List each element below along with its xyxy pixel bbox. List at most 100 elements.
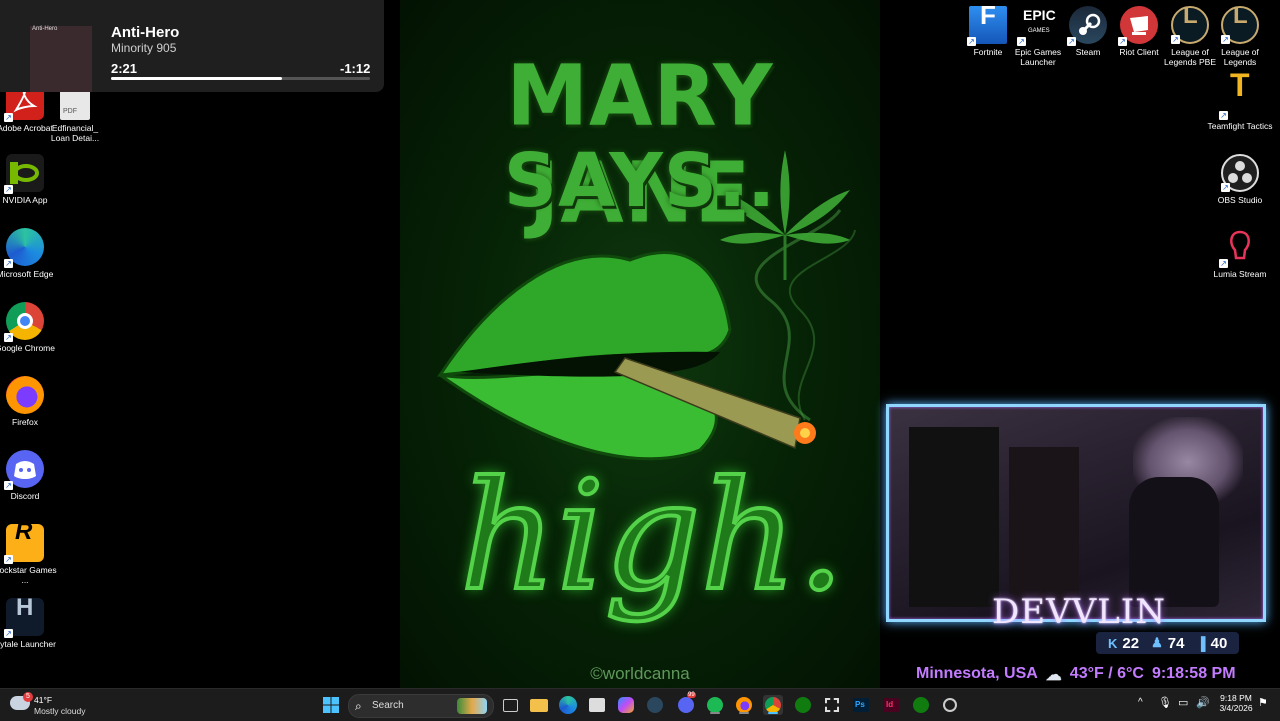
taskbar-snipping-tool[interactable] [822,695,842,715]
epic-subglyph: GAMES [1028,28,1050,34]
taskbar-firefox[interactable] [734,695,754,715]
gaming-chair [1129,477,1219,607]
taskbar-copilot[interactable] [616,695,636,715]
taskbar-xbox[interactable] [793,695,813,715]
desktop-icon-label: League of Legends [1221,47,1259,67]
start-button[interactable] [321,695,341,715]
taskbar: 5 41°F Mostly cloudy ⌕ Search 99 Ps Id ^… [0,688,1280,721]
shortcut-arrow-icon: ↗ [1221,35,1230,44]
shortcut-arrow-icon: ↗ [4,629,13,638]
taskbar-file-explorer[interactable] [529,695,549,715]
clock-time: 9:18 PM [1220,693,1252,703]
volume-icon[interactable]: 🔊 [1196,696,1210,709]
running-indicator [710,712,720,714]
desktop-icon-teamfight-tactics[interactable]: T ↗ Teamfight Tactics [1207,69,1273,131]
discord-icon: ↗ [4,450,44,490]
followers-icon: ♟ [1151,635,1163,650]
poster-credit: ©worldcanna [590,664,690,683]
desktop-icon-label: NVIDIA App [2,195,48,205]
shortcut-arrow-icon: ↗ [1219,259,1228,268]
teamfight-tactics-icon: T ↗ [1219,69,1259,120]
network-icon[interactable]: ▭ [1178,696,1188,709]
stream-stats-bar: K 22 ♟ 74 ▐ 40 [1096,632,1240,654]
rockstar-glyph: R [15,518,33,545]
taskbar-xbox-game-bar[interactable] [911,695,931,715]
obs-icon: ↗ [1221,154,1259,192]
album-art-thumbnail: Anti-Hero [30,26,92,92]
stream-location: Minnesota, USA [916,665,1038,682]
chrome-icon [765,697,781,713]
taskbar-clock[interactable]: 9:18 PM 3/4/2026 [1216,693,1256,713]
microphone-icon[interactable]: 🎙 [1158,696,1172,709]
taskbar-indesign[interactable]: Id [881,695,901,715]
media-flyout[interactable]: Anti-Hero Anti-Hero Minority 905 2:21 -1… [0,0,384,92]
photoshop-icon: Ps [853,698,869,712]
rockstar-icon: R ↗ [4,518,44,564]
search-icon: ⌕ [355,699,362,713]
desktop-icon-firefox[interactable]: Firefox [0,376,58,427]
stream-time: 9:18:58 PM [1151,665,1236,682]
album-art-label: Anti-Hero [32,26,58,32]
task-view-icon [503,699,518,712]
taskbar-weather-widget[interactable]: 5 41°F Mostly cloudy [10,692,120,718]
desktop-icon-nvidia-app[interactable]: ↗ NVIDIA App [0,154,58,205]
stat-value: 40 [1210,634,1228,652]
edge-icon [559,696,577,714]
weather-temperature: 41°F [34,695,53,705]
taskbar-discord[interactable]: 99 [676,692,696,715]
stream-temperature: 43°F / 6°C [1069,665,1144,682]
taskbar-steam[interactable] [645,695,665,715]
desktop-icon-hytale[interactable]: H ↗ Hytale Launcher [0,594,58,650]
shortcut-arrow-icon: ↗ [4,113,13,122]
indesign-icon: Id [883,698,899,712]
track-progress-fill [111,77,282,80]
desktop-icon-lumia-stream[interactable]: ↗ Lumia Stream [1207,228,1273,279]
shelf-shape [909,427,999,607]
league-pbe-icon: L ↗ [1171,4,1209,44]
running-indicator [768,712,778,714]
xbox-icon [795,697,811,713]
steam-icon [647,697,663,713]
desktop-icon-rockstar[interactable]: R ↗ Rockstar Games ... [0,518,58,586]
task-view-button[interactable] [500,695,520,715]
shortcut-arrow-icon: ↗ [1221,183,1230,192]
taskbar-settings[interactable] [940,695,960,715]
taskbar-photoshop[interactable]: Ps [851,695,871,715]
firefox-icon [6,376,44,414]
epic-glyph: EPIC [1023,7,1056,23]
taskbar-microsoft-store[interactable] [587,695,607,715]
league-glyph: L [1233,2,1248,29]
cloud-icon: ☁ [1045,667,1062,684]
epic-games-icon: EPIC GAMES ↗ [1017,6,1057,46]
streamer-name: DEVVLIN [992,592,1166,632]
poster-script-word: high. [458,448,847,626]
fortnite-icon: F ↗ [967,2,1007,46]
desktop-icon-league[interactable]: L ↗ League of Legends [1207,2,1273,67]
stat-kick: K 22 [1108,635,1139,652]
track-title: Anti-Hero [111,24,180,41]
taskbar-edge[interactable] [558,695,578,715]
spotify-icon [707,697,723,713]
shortcut-arrow-icon: ↗ [1067,37,1076,46]
xbox-game-bar-icon [913,697,929,713]
desktop-icon-discord[interactable]: ↗ Discord [0,450,58,501]
desktop-icon-chrome[interactable]: ↗ Google Chrome [0,302,58,353]
desktop-icon-label: Rockstar Games ... [0,565,57,585]
shortcut-arrow-icon: ↗ [1171,35,1180,44]
desktop-icon-obs[interactable]: ↗ OBS Studio [1207,154,1273,205]
taskbar-chrome[interactable] [763,695,783,715]
desktop-icon-label: Edfinancial_ Loan Detai... [50,123,100,143]
desktop-icon-edge[interactable]: ↗ Microsoft Edge [0,228,58,279]
tray-overflow-chevron-icon[interactable]: ^ [1138,697,1143,708]
track-progress-bar[interactable] [111,77,370,80]
notification-bell-icon[interactable]: ⚑ [1258,696,1268,709]
desktop-icon-label: Teamfight Tactics [1207,121,1273,131]
hytale-glyph: H [16,594,34,621]
taskbar-search-box[interactable]: ⌕ Search [348,694,494,718]
kick-icon: K [1108,635,1118,651]
taskbar-spotify[interactable] [705,695,725,715]
riot-client-icon: ↗ [1118,6,1158,46]
desktop-icon-label: Discord [10,491,40,501]
wallpaper-poster: MARY JANE SAYS.. high. ©worldcanna [400,0,880,688]
track-artist: Minority 905 [111,41,177,55]
